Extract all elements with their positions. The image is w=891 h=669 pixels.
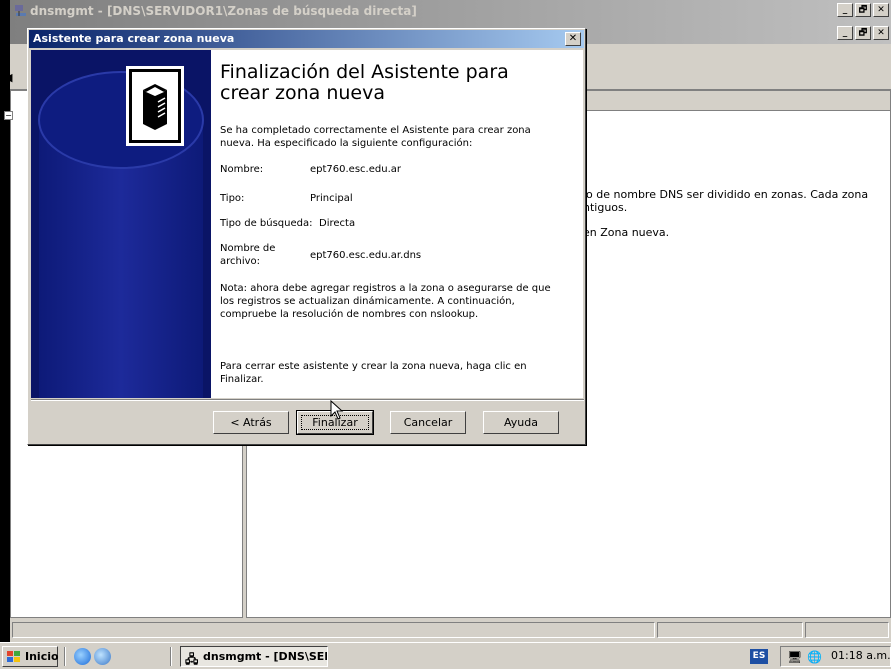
wizard-separator xyxy=(31,399,584,401)
windows-logo-icon xyxy=(7,651,20,662)
field-type-value: Principal xyxy=(310,193,353,204)
field-name-value: ept760.esc.edu.ar xyxy=(310,164,401,175)
wizard-heading: Finalización del Asistente para crear zo… xyxy=(220,61,509,104)
cancel-button[interactable]: Cancelar xyxy=(390,411,466,434)
minimize-button[interactable]: _ xyxy=(837,3,853,17)
wizard-note-text: Nota: ahora debe agregar registros a la … xyxy=(220,283,551,320)
field-file-label: Nombre de archivo: xyxy=(220,243,276,267)
start-button[interactable]: Inicio xyxy=(2,646,59,667)
field-file-value: ept760.esc.edu.ar.dns xyxy=(310,250,422,261)
wizard-title-text: Asistente para crear zona nueva xyxy=(33,32,235,45)
outlook-express-icon[interactable] xyxy=(94,648,111,665)
main-title-bar[interactable]: dnsmgmt - [DNS\SERVIDOR1\Zonas de búsque… xyxy=(10,0,891,22)
tree-expander-icon[interactable]: − xyxy=(4,111,13,120)
child-maximize-button[interactable]: 🗗 xyxy=(855,26,871,40)
details-text-line-1: io de nombre DNS ser dividido en zonas. … xyxy=(583,188,869,201)
taskbar-separator xyxy=(64,647,66,666)
dns-app-icon xyxy=(15,5,26,16)
field-name-label: Nombre: xyxy=(220,164,264,175)
status-bar xyxy=(10,620,891,640)
server-node-icon: ▪ xyxy=(4,93,11,104)
field-lookup-value: Directa xyxy=(319,218,356,229)
system-tray: 🖥 🌐 01:18 a.m. xyxy=(780,646,891,667)
wizard-cylinder-illustration xyxy=(31,50,211,398)
internet-explorer-icon[interactable] xyxy=(74,648,91,665)
taskbar-dnsmgmt-button[interactable]: 🖧 dnsmgmt - [DNS\SER... xyxy=(180,646,328,667)
child-close-button[interactable]: ✕ xyxy=(873,26,889,40)
new-zone-wizard-dialog: Asistente para crear zona nueva ✕ Finali… xyxy=(27,28,586,445)
clock[interactable]: 01:18 a.m. xyxy=(831,649,891,662)
network-tray-icon[interactable]: 🖥 xyxy=(787,650,802,664)
child-minimize-button[interactable]: _ xyxy=(837,26,853,40)
status-cell-3 xyxy=(805,622,889,638)
server-icon xyxy=(143,84,167,130)
field-lookup-label: Tipo de búsqueda: xyxy=(220,218,313,229)
mouse-pointer-icon xyxy=(330,400,344,420)
back-button[interactable]: < Atrás xyxy=(213,411,289,434)
wizard-title-bar[interactable]: Asistente para crear zona nueva ✕ xyxy=(29,30,584,48)
details-text-line-2: ntiguos. xyxy=(583,201,628,214)
main-title-text: dnsmgmt - [DNS\SERVIDOR1\Zonas de búsque… xyxy=(30,4,417,18)
dns-task-icon: 🖧 xyxy=(185,652,199,666)
field-type-label: Tipo: xyxy=(220,193,245,204)
status-cell-main xyxy=(12,622,655,638)
start-label: Inicio xyxy=(25,650,59,663)
wizard-finish-text: Para cerrar este asistente y crear la zo… xyxy=(220,361,527,385)
taskbar: Inicio 🖧 dnsmgmt - [DNS\SER... ES 🖥 🌐 01… xyxy=(0,642,891,669)
details-text-line-3: en Zona nueva. xyxy=(583,226,670,239)
taskbar-task-label: dnsmgmt - [DNS\SER... xyxy=(203,650,327,663)
security-tray-icon[interactable]: 🌐 xyxy=(807,650,822,664)
close-button[interactable]: ✕ xyxy=(873,3,889,17)
wizard-close-button[interactable]: ✕ xyxy=(565,32,581,46)
wizard-intro-text: Se ha completado correctamente el Asiste… xyxy=(220,125,531,149)
maximize-button[interactable]: 🗗 xyxy=(855,3,871,17)
help-button[interactable]: Ayuda xyxy=(483,411,559,434)
status-cell-2 xyxy=(657,622,803,638)
back-arrow-icon[interactable]: ◀ xyxy=(4,71,12,84)
language-indicator[interactable]: ES xyxy=(750,649,768,664)
wizard-banner-graphic xyxy=(31,50,211,398)
taskbar-separator-2 xyxy=(170,647,172,666)
